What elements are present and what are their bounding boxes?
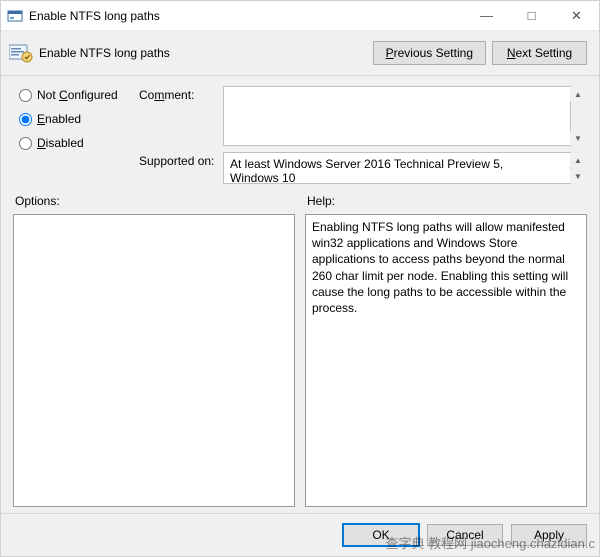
options-label: Options: <box>13 194 295 208</box>
footer-buttons: OK Cancel Apply 查字典 教程网 jiaocheng.chazid… <box>1 513 599 556</box>
comment-textarea[interactable] <box>223 86 571 146</box>
supported-scroll-up-icon[interactable]: ▲ <box>570 153 586 167</box>
cancel-button[interactable]: Cancel <box>427 524 503 546</box>
radio-enabled-label: Enabled <box>37 112 81 126</box>
next-setting-button[interactable]: Next Setting <box>492 41 587 65</box>
radio-not-configured[interactable]: Not Configured <box>19 88 139 102</box>
maximize-button[interactable]: □ <box>509 1 554 30</box>
radio-disabled-label: Disabled <box>37 136 84 150</box>
window-title: Enable NTFS long paths <box>29 9 464 23</box>
radio-disabled-input[interactable] <box>19 137 32 150</box>
options-pane: Options: <box>13 194 295 507</box>
help-label: Help: <box>305 194 587 208</box>
app-icon <box>7 8 23 24</box>
comment-row: Comment: ▲ ▼ <box>139 86 587 146</box>
lower-panes: Options: Help: Enabling NTFS long paths … <box>1 190 599 513</box>
options-box[interactable] <box>13 214 295 507</box>
title-bar: Enable NTFS long paths — □ ✕ <box>1 1 599 31</box>
previous-setting-button[interactable]: Previous Setting <box>373 41 486 65</box>
header-row: Enable NTFS long paths Previous Setting … <box>1 31 599 76</box>
state-radio-group: Not Configured Enabled Disabled <box>19 86 139 184</box>
minimize-button[interactable]: — <box>464 1 509 30</box>
help-pane: Help: Enabling NTFS long paths will allo… <box>305 194 587 507</box>
comment-label: Comment: <box>139 86 217 102</box>
comment-scroll-up-icon[interactable]: ▲ <box>570 87 586 101</box>
apply-button[interactable]: Apply <box>511 524 587 546</box>
policy-icon <box>9 43 33 63</box>
radio-not-configured-input[interactable] <box>19 89 32 102</box>
config-area: Not Configured Enabled Disabled Comment:… <box>1 76 599 190</box>
supported-row: Supported on: At least Windows Server 20… <box>139 152 587 184</box>
radio-not-configured-label: Not Configured <box>37 88 118 102</box>
help-box: Enabling NTFS long paths will allow mani… <box>305 214 587 507</box>
comment-scroll-down-icon[interactable]: ▼ <box>570 131 586 145</box>
next-label: ext Setting <box>515 46 572 60</box>
radio-enabled-input[interactable] <box>19 113 32 126</box>
radio-disabled[interactable]: Disabled <box>19 136 139 150</box>
supported-on-text: At least Windows Server 2016 Technical P… <box>223 152 571 184</box>
policy-title: Enable NTFS long paths <box>39 46 367 60</box>
supported-scroll-down-icon[interactable]: ▼ <box>570 169 586 183</box>
prev-label: revious Setting <box>394 46 473 60</box>
radio-enabled[interactable]: Enabled <box>19 112 139 126</box>
fields-column: Comment: ▲ ▼ Supported on: At least Wind… <box>139 86 587 184</box>
supported-label: Supported on: <box>139 152 217 168</box>
close-button[interactable]: ✕ <box>554 1 599 30</box>
window-controls: — □ ✕ <box>464 1 599 30</box>
policy-editor-window: Enable NTFS long paths — □ ✕ Enable NTFS… <box>0 0 600 557</box>
ok-button[interactable]: OK <box>343 524 419 546</box>
